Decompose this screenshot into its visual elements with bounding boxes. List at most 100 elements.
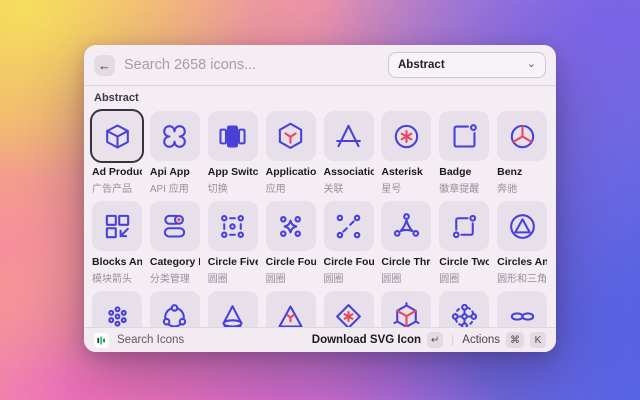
category-dropdown-value: Abstract [398,59,445,71]
diamond-asterisk-icon[interactable] [324,291,374,327]
icon-grid-item-circle-two-line[interactable]: Circle Two L... 圆圈 [439,201,489,285]
results-area: Abstract Ad Product广告产品 Api App API 应用 App … [84,85,556,327]
circle-four-line-icon[interactable] [324,201,374,251]
dots-cluster-icon[interactable] [92,291,142,327]
icon-grid-item-circles-and-triangle[interactable]: Circles And... 圆形和三角 [497,201,547,285]
arrow-left-icon: ← [98,59,111,72]
icon-grid-item-circle-four[interactable]: Circle Four 圆圈 [266,201,316,285]
k-key-icon: K [530,332,546,348]
icon-grid-item-triangle-ray[interactable] [266,291,316,327]
chevron-down-icon: ⌄ [527,57,536,70]
desktop-background: { "header": { "back_label": "←", "search… [0,0,640,400]
search-input[interactable] [124,57,379,73]
asterisk-icon[interactable] [381,111,431,161]
icon-item-subtitle: 圆圈 [266,270,316,285]
icon-item-name: Asterisk [381,166,431,178]
category-management-icon[interactable] [150,201,200,251]
icon-grid-item-association[interactable]: Association 关联 [324,111,374,195]
icon-item-name: Application... [266,166,316,178]
footer-app-name: Search Icons [117,334,184,346]
back-button[interactable]: ← [94,55,115,76]
footer-bar: Search Icons Download SVG Icon ↵ | Actio… [84,327,556,352]
icon-item-subtitle: 圆圈 [381,270,431,285]
icon-grid-item-cross-circles[interactable] [439,291,489,327]
command-key-icon: ⌘ [506,332,524,348]
icon-grid-item-infinity[interactable] [497,291,547,327]
icon-grid-item-app-switch[interactable]: App Switch切换 [208,111,258,195]
icon-grid-item-benz[interactable]: Benz 奔驰 [497,111,547,195]
icon-grid-item-blocks-and-arrow[interactable]: Blocks And... 模块箭头 [92,201,142,285]
icon-item-name: Circles And... [497,256,547,268]
circle-two-line-icon[interactable] [439,201,489,251]
benz-icon[interactable] [497,111,547,161]
app-switch-icon[interactable] [208,111,258,161]
circles-and-triangle-icon[interactable] [497,201,547,251]
icon-grid-item-dots-cluster[interactable] [92,291,142,327]
circle-four-icon[interactable] [266,201,316,251]
blocks-and-arrow-icon[interactable] [92,201,142,251]
icon-grid-item-three-circles[interactable] [150,291,200,327]
cube-3d-icon[interactable] [381,291,431,327]
icon-item-name: Circle Four... [324,256,374,268]
download-svg-label: Download SVG Icon [312,334,421,346]
icon-item-subtitle: 关联 [324,180,374,195]
icon-grid-item-application-one[interactable]: Application...应用 [266,111,316,195]
icon-grid-item-circle-five-line[interactable]: Circle Five L... 圆圈 [208,201,258,285]
icon-item-name: Association [324,166,374,178]
icon-item-subtitle: 圆圈 [324,270,374,285]
infinity-icon[interactable] [497,291,547,327]
icon-item-subtitle: 奔驰 [497,180,547,195]
icon-item-name: Blocks And... [92,256,142,268]
application-one-icon[interactable] [266,111,316,161]
footer-right: Download SVG Icon ↵ | Actions ⌘ K [312,332,546,348]
badge-icon[interactable] [439,111,489,161]
icon-item-name: Circle Two L... [439,256,489,268]
icon-grid-item-circle-four-line[interactable]: Circle Four... 圆圈 [324,201,374,285]
icon-item-subtitle: 圆圈 [208,270,258,285]
triangle-ray-icon[interactable] [266,291,316,327]
icon-grid-item-diamond-asterisk[interactable] [324,291,374,327]
section-title: Abstract [94,92,546,104]
icon-grid-item-badge[interactable]: Badge徽章提醒 [439,111,489,195]
icon-item-name: Ad Product [92,166,142,178]
icon-grid-item-ad-product[interactable]: Ad Product广告产品 [92,111,142,195]
icon-item-name: Benz [497,166,547,178]
icon-search-window: ← Abstract ⌄ Abstract Ad Product广告产品Api … [84,45,556,352]
category-dropdown[interactable]: Abstract ⌄ [388,52,546,78]
three-circles-icon[interactable] [150,291,200,327]
icon-item-subtitle: 模块箭头 [92,270,142,285]
icon-grid-item-cube-3d[interactable] [381,291,431,327]
icon-item-subtitle: API 应用 [150,180,200,195]
icon-item-name: Circle Five L... [208,256,258,268]
icon-grid-item-api-app[interactable]: Api App API 应用 [150,111,200,195]
circle-five-line-icon[interactable] [208,201,258,251]
association-icon[interactable] [324,111,374,161]
icon-grid-item-circle-three[interactable]: Circle Three 圆圈 [381,201,431,285]
actions-button[interactable]: Actions ⌘ K [462,332,546,348]
icon-grid-item-category-management[interactable]: Category M... 分类管理 [150,201,200,285]
cone-icon[interactable] [208,291,258,327]
ad-product-icon[interactable] [92,111,142,161]
icon-item-subtitle: 徽章提醒 [439,180,489,195]
icon-grid-item-asterisk[interactable]: Asterisk 星号 [381,111,431,195]
icon-item-name: Circle Three [381,256,431,268]
actions-label: Actions [462,334,500,346]
circle-three-icon[interactable] [381,201,431,251]
icon-item-name: App Switch [208,166,258,178]
icon-item-name: Category M... [150,256,200,268]
icon-item-subtitle: 分类管理 [150,270,200,285]
icon-grid-item-cone[interactable] [208,291,258,327]
return-key-icon: ↵ [427,332,443,348]
icon-grid: Ad Product广告产品Api AppAPI 应用App Switch切换A… [92,111,548,327]
download-svg-button[interactable]: Download SVG Icon ↵ [312,332,444,348]
icon-item-subtitle: 圆形和三角 [497,270,547,285]
cross-circles-icon[interactable] [439,291,489,327]
icon-item-name: Api App [150,166,200,178]
icon-item-subtitle: 圆圈 [439,270,489,285]
search-header: ← Abstract ⌄ [84,45,556,85]
iconpark-logo-icon [94,333,109,348]
icon-item-subtitle: 星号 [381,180,431,195]
footer-left: Search Icons [94,333,312,348]
icon-item-name: Circle Four [266,256,316,268]
api-app-icon[interactable] [150,111,200,161]
